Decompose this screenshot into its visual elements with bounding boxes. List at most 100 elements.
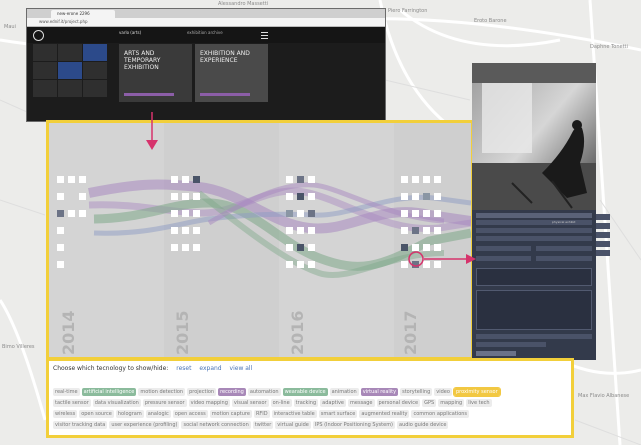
address-bar[interactable]: www.ednif.it/project.php: [27, 18, 385, 27]
category-tile[interactable]: [58, 80, 82, 97]
project-square[interactable]: [308, 227, 315, 234]
technology-tag[interactable]: on-line: [270, 399, 292, 407]
project-square[interactable]: [68, 176, 75, 183]
project-square[interactable]: [193, 227, 200, 234]
technology-tag[interactable]: animation: [329, 388, 359, 396]
save-button[interactable]: [476, 351, 516, 356]
project-square[interactable]: [297, 261, 304, 268]
technology-tag[interactable]: message: [348, 399, 375, 407]
project-square[interactable]: [423, 193, 430, 200]
project-square[interactable]: [434, 176, 441, 183]
technology-tag[interactable]: projection: [187, 388, 217, 396]
project-square[interactable]: [68, 210, 75, 217]
technology-tag[interactable]: IPS (Indoor Positioning System): [312, 421, 396, 429]
project-square[interactable]: [412, 176, 419, 183]
project-square[interactable]: [401, 193, 408, 200]
technology-tag[interactable]: motion detection: [138, 388, 186, 396]
detail-field[interactable]: [476, 342, 546, 347]
project-square[interactable]: [286, 227, 293, 234]
project-square[interactable]: [412, 210, 419, 217]
project-square[interactable]: [193, 176, 200, 183]
project-square[interactable]: [182, 176, 189, 183]
technology-tag[interactable]: visitor tracking data: [53, 421, 108, 429]
project-square[interactable]: [308, 193, 315, 200]
technology-tag[interactable]: video mapping: [188, 399, 230, 407]
browser-tab[interactable]: new-erone 2296: [51, 10, 115, 18]
project-square[interactable]: [286, 261, 293, 268]
project-square[interactable]: [286, 210, 293, 217]
technology-tag[interactable]: hologram: [115, 410, 144, 418]
project-square[interactable]: [79, 210, 86, 217]
technology-tag[interactable]: RFID: [253, 410, 270, 418]
feature-card[interactable]: EXHIBITION AND EXPERIENCE: [195, 44, 268, 102]
technology-tag[interactable]: virtual guide: [275, 421, 311, 429]
detail-field[interactable]: [476, 256, 531, 261]
category-tile[interactable]: [83, 62, 107, 79]
project-square[interactable]: [401, 210, 408, 217]
category-tile[interactable]: [83, 80, 107, 97]
project-square[interactable]: [423, 261, 430, 268]
project-square[interactable]: [297, 176, 304, 183]
technology-tag[interactable]: proximity sensor: [452, 387, 501, 397]
project-square[interactable]: [412, 227, 419, 234]
project-square[interactable]: [423, 244, 430, 251]
project-square[interactable]: [57, 244, 64, 251]
category-tile[interactable]: [58, 44, 82, 61]
view-all-link[interactable]: view all: [230, 365, 253, 372]
project-square[interactable]: [401, 244, 408, 251]
project-square[interactable]: [193, 193, 200, 200]
technology-tag[interactable]: live tech: [466, 399, 492, 407]
technology-tag[interactable]: interactive table: [271, 410, 317, 418]
site-logo[interactable]: [33, 30, 44, 41]
project-square[interactable]: [297, 244, 304, 251]
project-square[interactable]: [171, 193, 178, 200]
project-square[interactable]: [308, 176, 315, 183]
project-square[interactable]: [193, 244, 200, 251]
detail-field[interactable]: [476, 236, 592, 241]
project-square[interactable]: [193, 210, 200, 217]
detail-field[interactable]: [476, 228, 592, 233]
project-square[interactable]: [401, 176, 408, 183]
detail-field[interactable]: [476, 334, 592, 339]
project-square[interactable]: [412, 261, 419, 268]
project-square[interactable]: [434, 244, 441, 251]
project-square[interactable]: [297, 227, 304, 234]
project-square[interactable]: [57, 193, 64, 200]
technology-tag[interactable]: twitter: [252, 421, 274, 429]
technology-tag[interactable]: motion capture: [209, 410, 252, 418]
project-square[interactable]: [434, 227, 441, 234]
side-button[interactable]: [596, 232, 610, 238]
technology-tag[interactable]: video: [434, 388, 452, 396]
technology-tag[interactable]: artificial intelligence: [81, 388, 137, 396]
detail-field[interactable]: [476, 246, 531, 251]
technology-tag[interactable]: mapping: [438, 399, 465, 407]
technology-tag[interactable]: augmented reality: [359, 410, 410, 418]
technology-tag[interactable]: user experience (profiling): [109, 421, 180, 429]
technology-tag[interactable]: open source: [79, 410, 114, 418]
side-button[interactable]: [596, 250, 610, 256]
project-square[interactable]: [171, 210, 178, 217]
project-square[interactable]: [182, 227, 189, 234]
project-square[interactable]: [182, 193, 189, 200]
project-square[interactable]: [308, 244, 315, 251]
project-square[interactable]: [171, 244, 178, 251]
project-square[interactable]: [423, 227, 430, 234]
technology-tag[interactable]: GPS: [422, 399, 437, 407]
reset-link[interactable]: reset: [176, 365, 191, 372]
technology-tag[interactable]: adaptive: [320, 399, 347, 407]
side-button[interactable]: [596, 214, 610, 220]
technology-tag[interactable]: storytelling: [400, 388, 433, 396]
category-tile[interactable]: [33, 62, 57, 79]
technology-tag[interactable]: social network connection: [181, 421, 251, 429]
description-box[interactable]: [476, 268, 592, 286]
side-button[interactable]: [596, 241, 610, 247]
technology-tag[interactable]: wearable device: [282, 388, 328, 396]
feature-card[interactable]: ARTS AND TEMPORARY EXHIBITION: [119, 44, 192, 102]
project-square[interactable]: [182, 210, 189, 217]
project-square[interactable]: [423, 176, 430, 183]
project-square[interactable]: [286, 176, 293, 183]
project-square[interactable]: [412, 193, 419, 200]
category-tile[interactable]: [33, 80, 57, 97]
technology-tag[interactable]: data visualization: [92, 399, 141, 407]
category-tile[interactable]: [83, 44, 107, 61]
